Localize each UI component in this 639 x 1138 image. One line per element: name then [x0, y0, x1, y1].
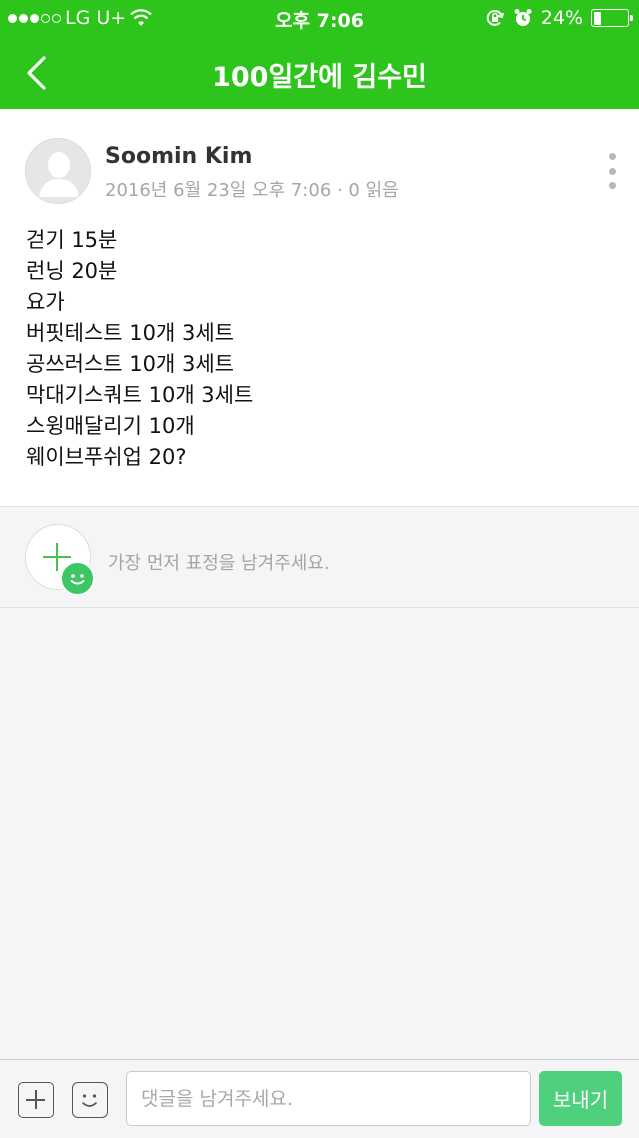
- emoticon-icon[interactable]: [72, 1082, 108, 1118]
- attach-plus-icon[interactable]: [18, 1082, 54, 1118]
- post-content: 걷기 15분 런닝 20분 요가 버핏테스트 10개 3세트 공쓰러스트 10개…: [26, 225, 253, 473]
- comment-composer: 보내기: [0, 1059, 639, 1138]
- reaction-section: 가장 먼저 표정을 남겨주세요.: [0, 507, 639, 608]
- default-avatar-icon: [26, 139, 90, 203]
- post-card: Soomin Kim 2016년 6월 23일 오후 7:06 · 0 읽음 걷…: [0, 109, 639, 507]
- post-line: 웨이브푸쉬업 20?: [26, 445, 187, 469]
- nav-bar: 100일간에 김수민: [0, 36, 639, 109]
- battery-percent: 24%: [540, 7, 583, 29]
- add-reaction-button[interactable]: [25, 524, 97, 596]
- status-right: 24%: [485, 7, 633, 29]
- reaction-hint: 가장 먼저 표정을 남겨주세요.: [108, 553, 330, 574]
- post-line: 막대기스쿼트 10개 3세트: [26, 383, 254, 407]
- alarm-icon: [514, 9, 532, 26]
- post-line: 요가: [26, 290, 65, 314]
- page-title: 100일간에 김수민: [212, 62, 427, 93]
- status-bar: LG U+ 오후 7:06 24%: [0, 0, 639, 36]
- smile-icon: [60, 561, 95, 596]
- comment-input[interactable]: [126, 1071, 531, 1126]
- post-line: 런닝 20분: [26, 259, 118, 283]
- avatar[interactable]: [25, 138, 91, 204]
- more-options-icon[interactable]: [607, 153, 617, 189]
- post-meta: 2016년 6월 23일 오후 7:06 · 0 읽음: [105, 180, 399, 201]
- battery-icon: [591, 9, 633, 27]
- plus-icon-vertical: [56, 543, 58, 571]
- author-name[interactable]: Soomin Kim: [105, 144, 252, 169]
- rotation-lock-icon: [486, 9, 504, 26]
- send-button[interactable]: 보내기: [539, 1071, 622, 1126]
- post-line: 스윙매달리기 10개: [26, 414, 195, 438]
- post-line: 공쓰러스트 10개 3세트: [26, 352, 234, 376]
- post-line: 걷기 15분: [26, 228, 118, 252]
- post-line: 버핏테스트 10개 3세트: [26, 321, 234, 345]
- battery-fill: [593, 11, 602, 25]
